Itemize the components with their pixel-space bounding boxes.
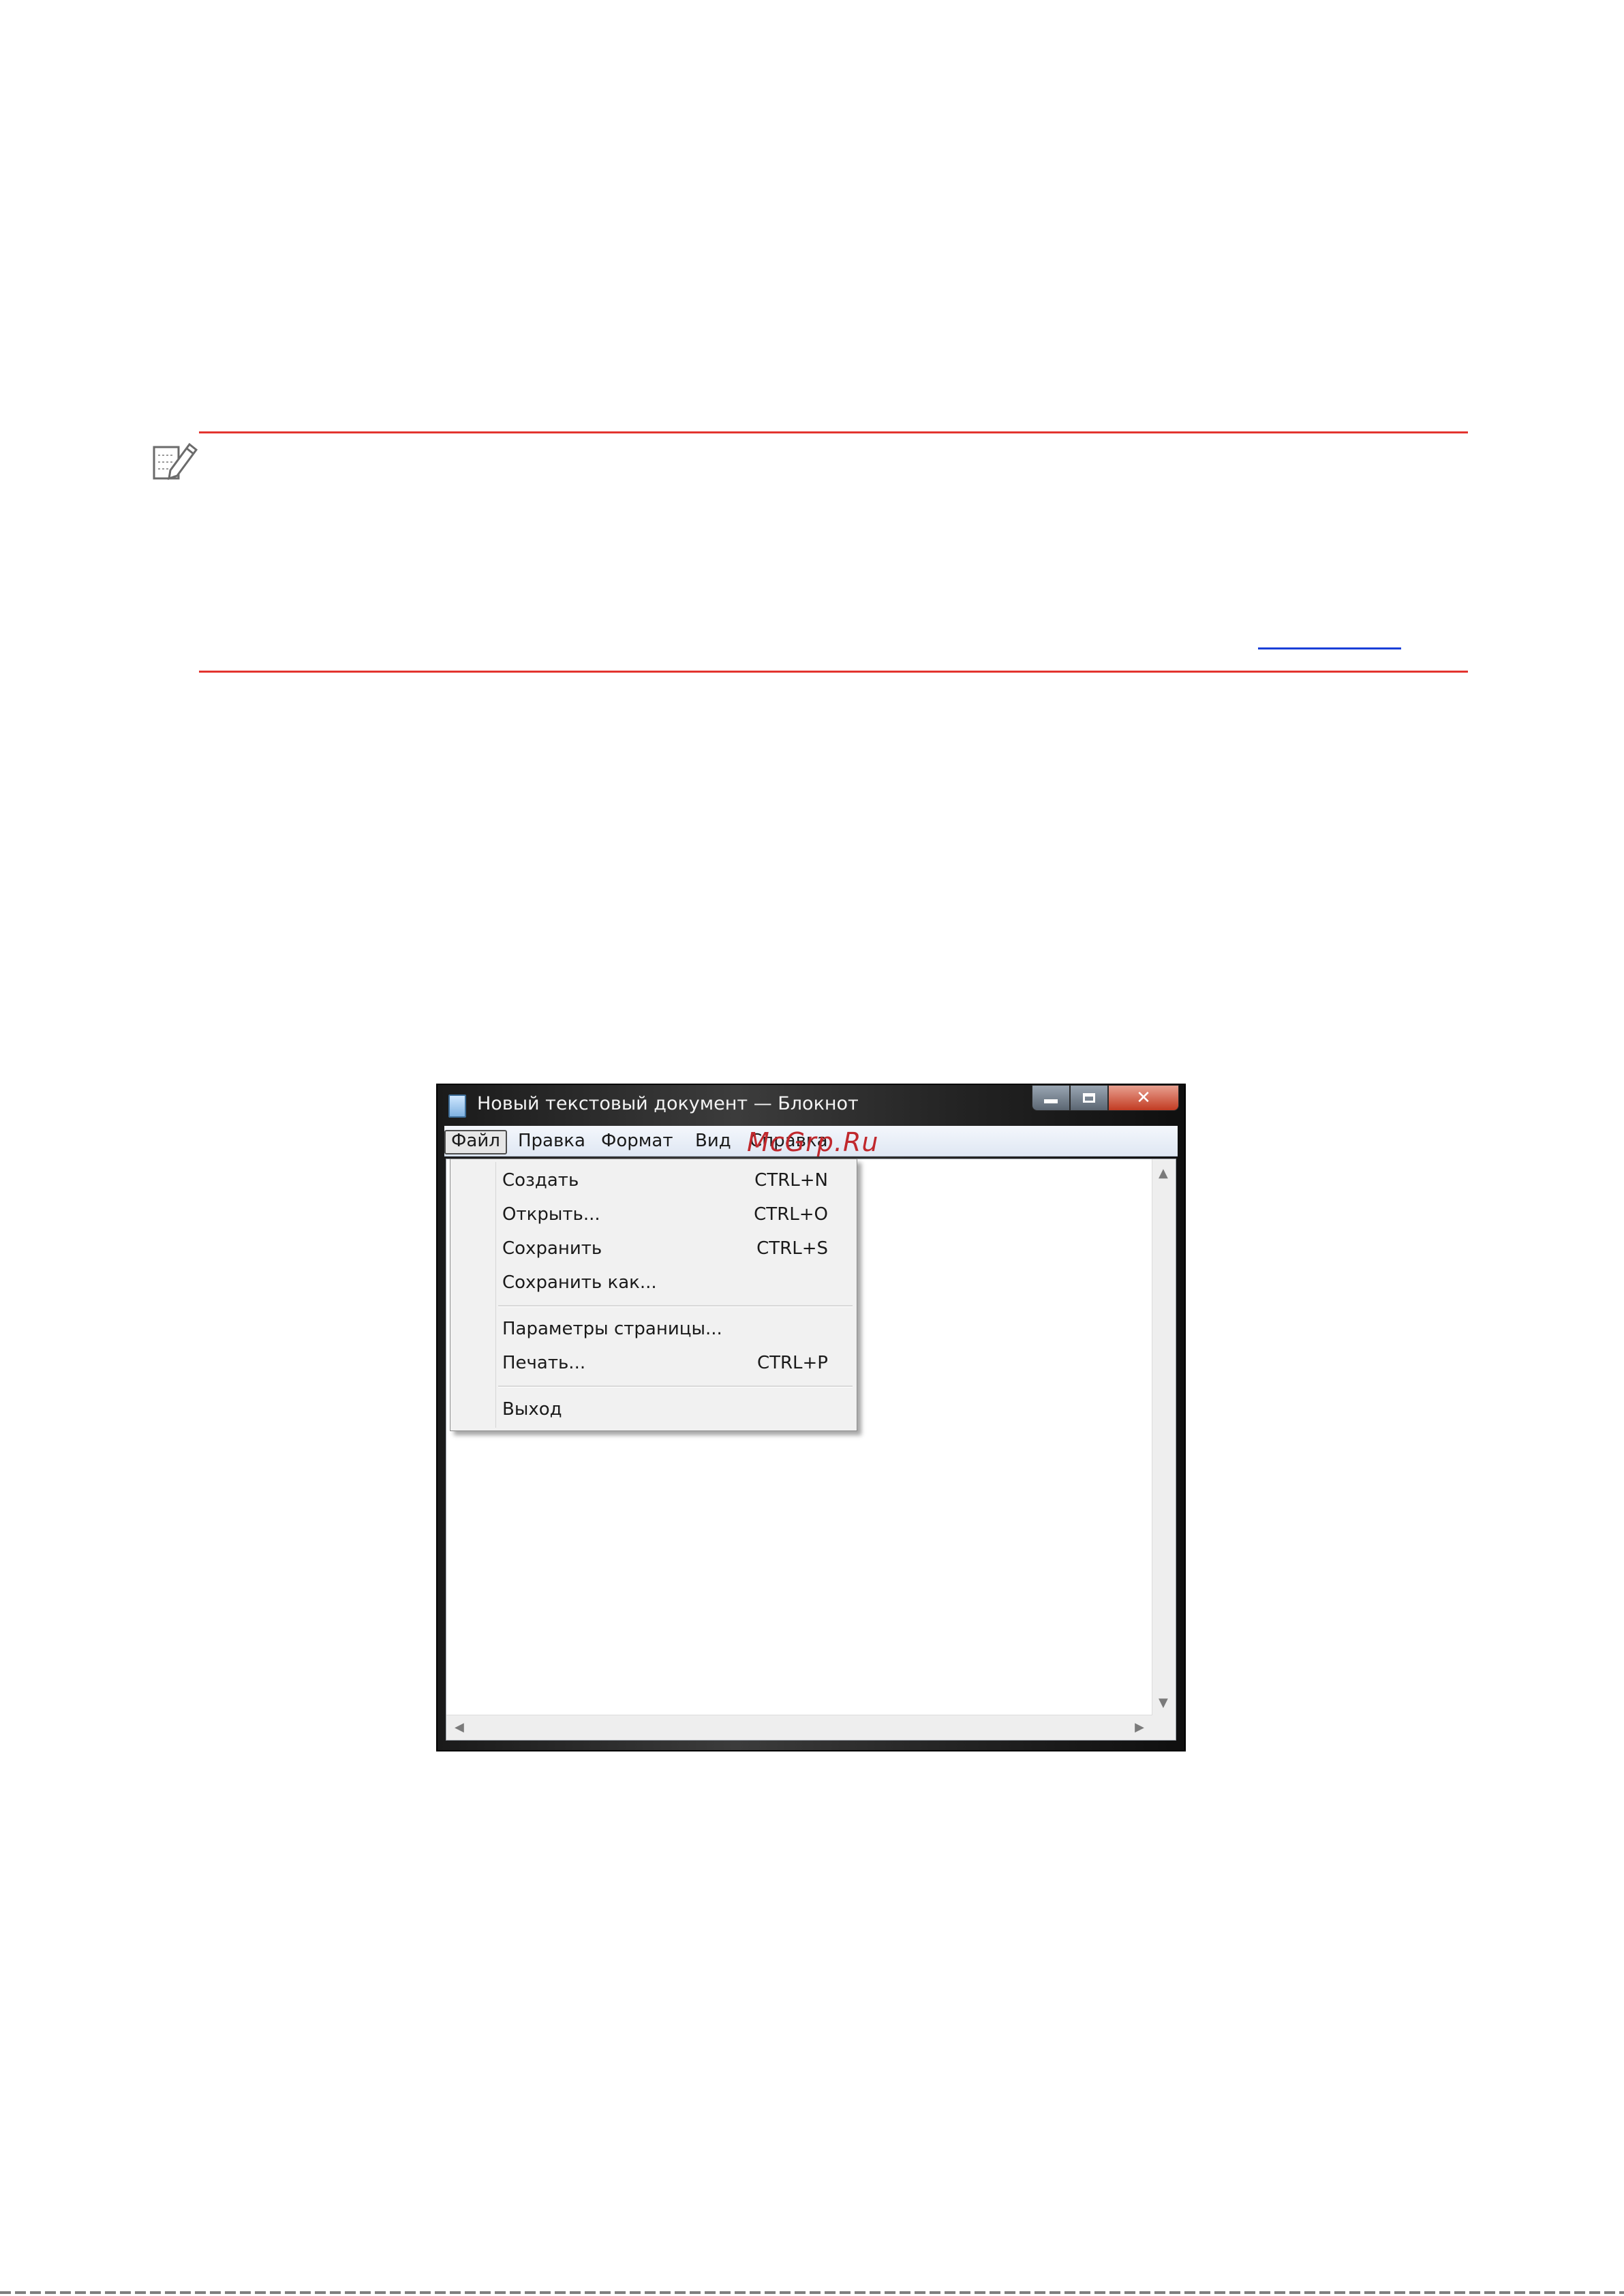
- menu-item-page-setup[interactable]: Параметры страницы...: [502, 1319, 722, 1339]
- note-link-underline[interactable]: [1258, 647, 1401, 649]
- menu-item-save-as[interactable]: Сохранить как...: [502, 1272, 657, 1293]
- horizontal-scrollbar[interactable]: ◀ ▶: [446, 1715, 1152, 1740]
- title-bar[interactable]: Новый текстовый документ — Блокнот ✕: [438, 1085, 1184, 1124]
- menu-gutter: [495, 1162, 496, 1428]
- scroll-up-icon[interactable]: ▲: [1159, 1166, 1168, 1180]
- note-top-rule: [199, 431, 1468, 433]
- shortcut-print: CTRL+P: [756, 1353, 828, 1373]
- note-pencil-icon: [153, 442, 198, 480]
- menu-edit[interactable]: Правка: [512, 1130, 591, 1152]
- menu-item-open[interactable]: Открыть...: [502, 1204, 600, 1225]
- menu-separator: [498, 1386, 853, 1388]
- shortcut-open: CTRL+O: [754, 1204, 828, 1225]
- shortcut-new: CTRL+N: [754, 1170, 828, 1191]
- resize-grip-icon[interactable]: [1152, 1715, 1176, 1740]
- vertical-scrollbar[interactable]: ▲ ▼: [1152, 1159, 1176, 1715]
- close-icon: ✕: [1136, 1088, 1151, 1108]
- minimize-icon: [1044, 1099, 1058, 1103]
- note-bottom-rule: [199, 671, 1468, 673]
- shortcut-save: CTRL+S: [756, 1238, 828, 1259]
- menu-item-save[interactable]: Сохранить: [502, 1238, 602, 1259]
- menu-view[interactable]: Вид: [690, 1130, 737, 1152]
- menu-format[interactable]: Формат: [596, 1130, 679, 1152]
- notepad-icon: [448, 1095, 466, 1118]
- window-controls: ✕: [1032, 1085, 1179, 1112]
- maximize-icon: [1083, 1093, 1095, 1103]
- menu-item-print[interactable]: Печать...: [502, 1353, 585, 1373]
- close-button[interactable]: ✕: [1108, 1085, 1179, 1111]
- page-bottom-border: [0, 2291, 1624, 2294]
- watermark: McGrp.Ru: [747, 1127, 879, 1157]
- menu-separator: [498, 1305, 853, 1307]
- minimize-button[interactable]: [1032, 1085, 1070, 1111]
- scroll-left-icon[interactable]: ◀: [455, 1720, 464, 1734]
- menu-item-new[interactable]: Создать: [502, 1170, 579, 1191]
- window-title: Новый текстовый документ — Блокнот: [477, 1093, 859, 1114]
- scroll-right-icon[interactable]: ▶: [1135, 1720, 1144, 1734]
- menu-item-exit[interactable]: Выход: [502, 1399, 562, 1420]
- menu-file[interactable]: Файл: [444, 1130, 507, 1154]
- file-menu-dropdown: Создать CTRL+N Открыть... CTRL+O Сохрани…: [450, 1159, 857, 1431]
- maximize-button[interactable]: [1070, 1085, 1108, 1111]
- scroll-down-icon[interactable]: ▼: [1159, 1696, 1168, 1710]
